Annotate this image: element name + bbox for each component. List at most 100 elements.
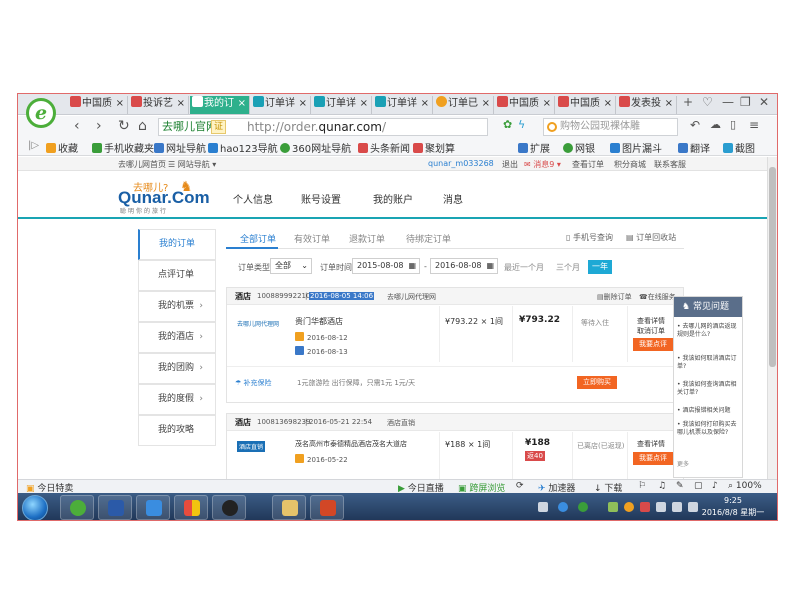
tab-6[interactable]: 订单已 × xyxy=(434,96,494,114)
search-input[interactable]: 购物公园现裸体雕 xyxy=(543,118,678,136)
security-tray-icon[interactable] xyxy=(558,502,568,512)
minimize-icon[interactable]: — xyxy=(722,95,734,109)
taskbar-word[interactable] xyxy=(98,495,132,520)
sidebar-item-guides[interactable]: 我的攻略 xyxy=(138,415,216,446)
bookmark-item[interactable]: 网址导航 xyxy=(154,140,206,155)
tab-8[interactable]: 中国质 × xyxy=(556,96,616,114)
close-icon[interactable]: × xyxy=(299,96,307,112)
tab-7[interactable]: 中国质 × xyxy=(495,96,555,114)
taskbar-powerpoint[interactable] xyxy=(310,495,344,520)
mall-link[interactable]: 积分商城 xyxy=(614,159,646,170)
taskbar-browser[interactable] xyxy=(60,495,94,520)
sync-icon[interactable]: ⟳ xyxy=(516,481,524,491)
vertical-scrollbar[interactable] xyxy=(767,157,777,479)
date-from-input[interactable]: 2015-08-08 ▦ xyxy=(352,258,420,274)
date-to-input[interactable]: 2016-08-08 ▦ xyxy=(430,258,498,274)
tab-2[interactable]: 我的订 × xyxy=(190,96,250,114)
home-link[interactable]: 去哪儿网首页 xyxy=(118,159,166,170)
faq-item[interactable]: • 我该如何取消酒店订单? xyxy=(677,355,741,371)
sidebar-item-my-orders[interactable]: 我的订单 xyxy=(138,229,216,260)
shirt-icon[interactable]: ♡ xyxy=(702,95,713,109)
zoom-control[interactable]: ⌕ 100% xyxy=(728,481,762,491)
review-button[interactable]: 我要点评 xyxy=(633,452,673,465)
netbank-button[interactable]: 网银 xyxy=(563,140,595,155)
alert-tray-icon[interactable] xyxy=(640,502,650,512)
translate-button[interactable]: 翻译 xyxy=(678,140,710,155)
cloud-icon[interactable]: ☁ xyxy=(710,118,721,131)
close-icon[interactable]: × xyxy=(482,96,490,112)
audio-icon[interactable]: ♪ xyxy=(712,481,718,491)
logout-link[interactable]: 退出 xyxy=(502,159,518,170)
sync-tray-icon[interactable] xyxy=(578,502,588,512)
extensions-button[interactable]: 扩展 xyxy=(518,140,550,155)
sidebar-item-vacation[interactable]: 我的度假 › xyxy=(138,384,216,415)
close-icon[interactable]: × xyxy=(177,96,185,112)
back-icon[interactable]: ‹ xyxy=(74,118,80,134)
flag-icon[interactable]: ⚐ xyxy=(638,481,646,491)
close-icon[interactable]: × xyxy=(665,96,673,112)
bookmark-item[interactable]: 收藏 xyxy=(46,140,78,155)
edit-icon[interactable]: ✎ xyxy=(676,481,684,491)
tab-3[interactable]: 订单详 × xyxy=(251,96,311,114)
close-icon[interactable]: × xyxy=(543,96,551,112)
window-icon[interactable]: ▢ xyxy=(694,481,703,491)
sidebar-toggle-icon[interactable]: |▷ xyxy=(28,140,39,151)
tab-0[interactable]: 中国质 × xyxy=(68,96,128,114)
close-icon[interactable]: × xyxy=(238,96,246,112)
delete-order-link[interactable]: ▤删除订单 xyxy=(597,292,632,302)
sidebar-item-hotels[interactable]: 我的酒店 › xyxy=(138,322,216,353)
nav-account-settings[interactable]: 账号设置 xyxy=(301,191,341,206)
nav-messages[interactable]: 消息 xyxy=(443,191,463,206)
close-icon[interactable]: × xyxy=(116,96,124,112)
network-icon[interactable] xyxy=(656,502,666,512)
buy-insurance-button[interactable]: 立即购买 xyxy=(577,376,617,389)
cancel-order-link[interactable]: 取消订单 xyxy=(637,326,665,336)
image-funnel-button[interactable]: 图片漏斗 xyxy=(610,140,662,155)
volume-icon[interactable] xyxy=(688,502,698,512)
close-icon[interactable]: × xyxy=(421,96,429,112)
username-link[interactable]: qunar_m033268 xyxy=(428,159,494,168)
shield-icon[interactable]: ✿ xyxy=(503,118,512,131)
phone-query-link[interactable]: ▯ 手机号查询 xyxy=(566,232,613,243)
reload-icon[interactable]: ↻ xyxy=(118,118,130,134)
hotel-name[interactable]: 茂名高州市泰德精品酒店茂名大道店 xyxy=(295,439,407,449)
site-nav-link[interactable]: ☰ 网站导航 ▾ xyxy=(168,159,216,170)
tab-unbound-orders[interactable]: 待绑定订单 xyxy=(406,232,451,245)
lightning-icon[interactable]: ϟ xyxy=(518,118,525,131)
recycle-bin-link[interactable]: ▤ 订单回收站 xyxy=(626,232,676,243)
range-one-month[interactable]: 最近一个月 xyxy=(504,262,544,273)
undo-icon[interactable]: ↶ xyxy=(690,118,700,132)
screenshot-button[interactable]: 截图 xyxy=(723,140,755,155)
qunar-logo[interactable]: 去哪儿? ♞ Qunar.Com 聪明你的旅行 xyxy=(118,179,210,215)
start-menu-icon[interactable] xyxy=(22,495,48,520)
taskbar-explorer[interactable] xyxy=(272,495,306,520)
close-icon[interactable]: × xyxy=(604,96,612,112)
tab-9[interactable]: 发表投 × xyxy=(617,96,677,114)
sidebar-item-review-orders[interactable]: 点评订单 xyxy=(138,260,216,291)
orders-link[interactable]: 查看订单 xyxy=(572,159,604,170)
bookmark-item[interactable]: 头条新闻 xyxy=(358,140,410,155)
review-button[interactable]: 我要点评 xyxy=(633,338,673,351)
service-link[interactable]: 联系客服 xyxy=(654,159,686,170)
close-icon[interactable]: × xyxy=(360,96,368,112)
phone-icon[interactable]: ▯ xyxy=(730,118,736,131)
view-detail-link[interactable]: 查看详情 xyxy=(637,439,665,449)
taskbar-apps[interactable] xyxy=(174,495,208,520)
sidebar-item-flights[interactable]: 我的机票 › xyxy=(138,291,216,322)
messages-link[interactable]: ✉ 消息9 ▾ xyxy=(524,159,561,170)
home-icon[interactable]: ⌂ xyxy=(138,118,147,134)
chat-tray-icon[interactable] xyxy=(608,502,618,512)
bookmark-item[interactable]: hao123导航 xyxy=(208,140,278,155)
forward-icon[interactable]: › xyxy=(96,118,102,134)
bookmark-item[interactable]: 手机收藏夹 xyxy=(92,140,154,155)
new-tab-icon[interactable]: + xyxy=(683,95,693,109)
restore-icon[interactable]: ❐ xyxy=(740,95,751,109)
certificate-badge[interactable]: 证 xyxy=(211,120,227,134)
faq-item[interactable]: • 我该如何查询酒店相关订单? xyxy=(677,381,741,397)
system-clock[interactable]: 9:25 2016/8/8 星期一 xyxy=(700,495,766,519)
faq-more-link[interactable]: 更多 xyxy=(677,461,741,469)
speaker-icon[interactable]: ♫ xyxy=(658,481,666,491)
online-service-link[interactable]: ☎在线服务 xyxy=(639,292,676,302)
tab-5[interactable]: 订单详 × xyxy=(373,96,433,114)
keyboard-icon[interactable] xyxy=(538,502,548,512)
